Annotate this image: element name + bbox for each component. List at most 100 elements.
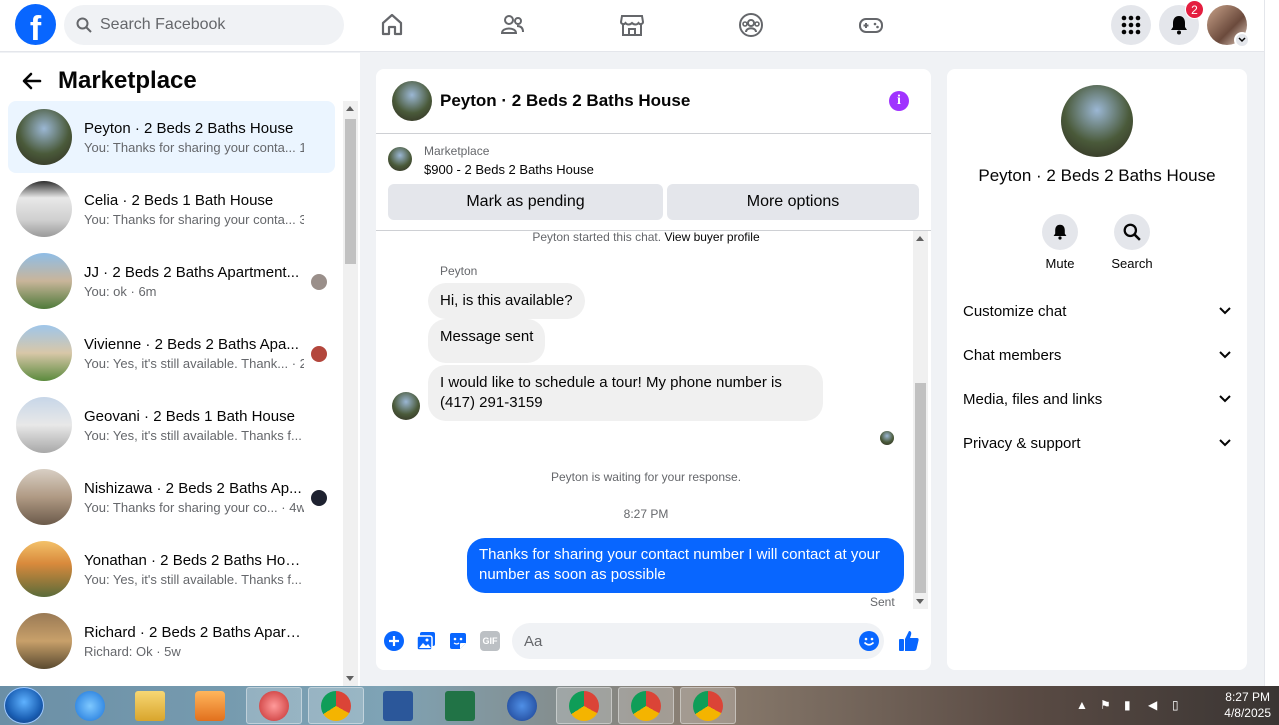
battery-icon[interactable]: ▯ [1172, 698, 1188, 712]
sent-status: Sent [870, 595, 895, 609]
like-thumbs-up-icon[interactable] [898, 630, 920, 652]
home-icon[interactable] [379, 12, 405, 38]
facebook-logo[interactable]: f [15, 4, 56, 45]
page-scrollbar[interactable] [1264, 0, 1279, 686]
emoji-icon[interactable] [859, 631, 879, 651]
listing-thumbnail [16, 469, 72, 525]
conversation-item[interactable]: Peyton · 2 Beds 2 Baths House You: Thanks… [8, 101, 335, 173]
gaming-icon[interactable] [858, 12, 884, 38]
chat-members-section[interactable]: Chat members [963, 335, 1231, 375]
groups-icon[interactable] [738, 12, 764, 38]
customize-chat-section[interactable]: Customize chat [963, 291, 1231, 331]
profile-avatar[interactable] [1207, 5, 1250, 48]
conversation-list: Peyton · 2 Beds 2 Baths House You: Thanks… [8, 101, 335, 677]
conversation-item[interactable]: Richard · 2 Beds 2 Baths Apartm... Richar… [8, 605, 335, 677]
scroll-up-arrow-icon[interactable] [346, 106, 354, 111]
info-icon[interactable]: i [889, 91, 909, 111]
media-files-links-section[interactable]: Media, files and links [963, 379, 1231, 419]
marketplace-label: Marketplace [424, 144, 490, 158]
view-buyer-profile-link[interactable]: View buyer profile [664, 231, 759, 244]
chat-scrollbar[interactable] [913, 231, 928, 609]
network-signal-icon[interactable]: ▮ [1124, 698, 1140, 712]
privacy-support-section[interactable]: Privacy & support [963, 423, 1231, 463]
excel-icon[interactable] [432, 687, 488, 724]
conversation-title: JJ · 2 Beds 2 Baths Apartment... [84, 263, 300, 281]
chrome-icon[interactable] [680, 687, 736, 724]
conversation-preview: You: Thanks for sharing your conta... 3m [84, 211, 304, 227]
conversation-item[interactable]: Vivienne · 2 Beds 2 Baths Apa... You: Yes… [8, 317, 335, 389]
chat-details-panel: Peyton · 2 Beds 2 Baths House Mute Searc… [947, 69, 1247, 670]
chrome-icon[interactable] [556, 687, 612, 724]
chrome-icon[interactable] [308, 687, 364, 724]
conversation-item[interactable]: Yonathan · 2 Beds 2 Baths House You: Yes,… [8, 533, 335, 605]
conversation-item[interactable]: JJ · 2 Beds 2 Baths Apartment... You: ok … [8, 245, 335, 317]
volume-icon[interactable]: ◀ [1148, 698, 1164, 712]
internet-explorer-icon[interactable] [62, 687, 118, 724]
word-icon[interactable] [370, 687, 426, 724]
chat-panel: Peyton · 2 Beds 2 Baths House i Marketpl… [376, 69, 931, 670]
app-t-icon[interactable] [494, 687, 550, 724]
conversation-preview: You: Yes, it's still available. Thanks f… [84, 571, 304, 587]
search-icon [76, 17, 92, 33]
scroll-down-arrow-icon[interactable] [346, 676, 354, 681]
friends-icon[interactable] [499, 12, 525, 38]
menu-grid-icon[interactable] [1111, 5, 1151, 45]
incoming-message: Message sent [428, 319, 546, 363]
show-hidden-icons-icon[interactable]: ▲ [1076, 698, 1092, 712]
conversation-preview: You: Yes, it's still available. Thanks f… [84, 427, 304, 443]
conversation-item[interactable]: Nishizawa · 2 Beds 2 Baths Ap... You: Tha… [8, 461, 335, 533]
listing-thumbnail [16, 325, 72, 381]
chat-header: Peyton · 2 Beds 2 Baths House i [376, 69, 931, 134]
conversation-item[interactable]: Geovani · 2 Beds 1 Bath House You: Yes, i… [8, 389, 335, 461]
notification-badge: 2 [1185, 0, 1204, 19]
listing-thumbnail [16, 613, 72, 669]
mute-action[interactable]: Mute [1030, 214, 1090, 271]
sender-avatar [392, 392, 420, 420]
mute-label: Mute [1045, 256, 1075, 271]
scroll-up-arrow-icon[interactable] [916, 236, 924, 241]
conversation-preview: You: Thanks for sharing your co... · 4w [84, 499, 304, 515]
marketplace-icon[interactable] [619, 12, 645, 38]
back-arrow-icon[interactable] [20, 69, 44, 93]
chat-avatar[interactable] [392, 81, 432, 121]
windows-start-button[interactable] [4, 687, 44, 724]
listing-thumbnail [16, 181, 72, 237]
chrome-icon[interactable] [618, 687, 674, 724]
message-thread: Peyton started this chat. View buyer pro… [376, 231, 916, 609]
conversation-sidebar: Marketplace Peyton · 2 Beds 2 Baths Hous… [0, 53, 360, 686]
sticker-icon[interactable] [448, 631, 468, 651]
mark-as-pending-button[interactable]: Mark as pending [388, 184, 663, 220]
buyer-avatar [311, 274, 327, 290]
top-navigation-bar: f 2 [0, 0, 1264, 52]
system-tray: ▲ ⚑ ▮ ◀ ▯ [1076, 698, 1188, 712]
more-options-button[interactable]: More options [667, 184, 919, 220]
conversation-avatar[interactable] [1061, 85, 1133, 157]
chat-title[interactable]: Peyton · 2 Beds 2 Baths House [440, 91, 690, 111]
photo-icon[interactable] [416, 631, 436, 651]
snipping-tool-icon[interactable] [246, 687, 302, 724]
scroll-down-arrow-icon[interactable] [916, 599, 924, 604]
gif-icon[interactable]: GIF [480, 631, 500, 651]
scrollbar-thumb[interactable] [345, 119, 356, 264]
search-action[interactable]: Search [1102, 214, 1162, 271]
plus-circle-icon[interactable] [384, 631, 404, 651]
search-box[interactable] [64, 5, 344, 45]
search-input[interactable] [100, 16, 320, 34]
file-explorer-icon[interactable] [122, 687, 178, 724]
conversation-item[interactable]: Celia · 2 Beds 1 Bath House You: Thanks f… [8, 173, 335, 245]
action-center-flag-icon[interactable]: ⚑ [1100, 698, 1116, 712]
listing-thumbnail [16, 541, 72, 597]
system-clock[interactable]: 8:27 PM 4/8/2025 [1224, 689, 1271, 721]
chat-started-notice: Peyton started this chat. View buyer pro… [376, 231, 916, 244]
scrollbar-thumb[interactable] [915, 383, 926, 593]
message-input[interactable] [512, 623, 884, 659]
media-player-icon[interactable] [182, 687, 238, 724]
windows-taskbar: ▲ ⚑ ▮ ◀ ▯ 8:27 PM 4/8/2025 [0, 686, 1279, 725]
section-label: Chat members [963, 346, 1062, 364]
listing-price-title[interactable]: $900 - 2 Beds 2 Baths House [424, 162, 594, 177]
listing-thumbnail[interactable] [388, 147, 412, 171]
conversation-preview: You: Thanks for sharing your conta... 1m [84, 139, 304, 155]
waiting-notice: Peyton is waiting for your response. [550, 470, 742, 484]
sidebar-scrollbar[interactable] [343, 101, 358, 686]
section-label: Customize chat [963, 302, 1067, 320]
